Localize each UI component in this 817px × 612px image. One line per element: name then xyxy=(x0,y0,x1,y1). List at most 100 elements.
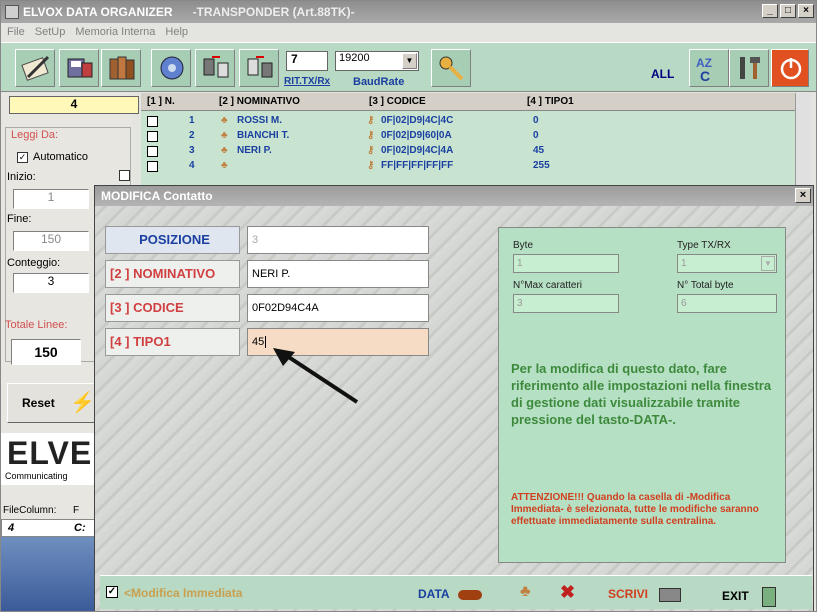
chevron-down-icon: ▼ xyxy=(761,256,775,271)
grid-scrollbar[interactable] xyxy=(795,93,811,188)
sort-az-button[interactable]: AZ C xyxy=(689,49,729,87)
delete-button[interactable]: ✖ xyxy=(560,580,590,607)
device-to-pc-icon xyxy=(203,56,229,78)
row-nominativo: BIANCHI T. xyxy=(237,130,290,141)
row-nominativo: NERI P. xyxy=(237,145,272,156)
all-label[interactable]: ALL xyxy=(651,67,674,81)
inizio-checkbox[interactable] xyxy=(119,170,130,181)
baud-label: BaudRate xyxy=(353,76,405,88)
table-row[interactable]: 4 ♣ ⚷ FF|FF|FF|FF|FF 255 xyxy=(141,160,801,174)
baud-select[interactable]: 19200 ▼ xyxy=(335,51,419,71)
nominativo-label: [2 ] NOMINATIVO xyxy=(105,260,240,288)
row-checkbox[interactable] xyxy=(147,146,158,157)
row-codice: 0F|02|D9|60|0A xyxy=(381,130,452,141)
filecolumn-path: C: xyxy=(74,522,86,534)
type-txrx-select: 1 ▼ xyxy=(677,254,777,273)
table-row[interactable]: 3 ♣ NERI P. ⚷ 0F|02|D9|4C|4A 45 xyxy=(141,145,801,159)
power-icon xyxy=(780,58,802,80)
tipo1-value: 45 xyxy=(252,336,265,348)
close-button[interactable]: × xyxy=(798,4,814,18)
dialog-bottom-bar: ✓ <Modifica Immediata DATA ♣ ✖ SCRIVI EX… xyxy=(100,575,812,609)
row-tipo: 45 xyxy=(533,145,545,156)
row-nominativo: ROSSI M. xyxy=(237,115,283,126)
menu-help[interactable]: Help xyxy=(165,26,188,38)
exit-button[interactable]: EXIT xyxy=(722,580,808,607)
fine-field[interactable]: 150 xyxy=(13,231,89,251)
key-icon: ⚷ xyxy=(367,130,375,141)
codice-field[interactable]: 0F02D94C4A xyxy=(247,294,429,322)
lightning-icon: ⚡ xyxy=(70,392,95,414)
books-icon xyxy=(109,56,135,80)
minimize-button[interactable]: _ xyxy=(762,4,778,18)
info-text: Per la modifica di questo dato, fare rif… xyxy=(511,361,772,427)
tools-settings-button[interactable] xyxy=(729,49,769,87)
reset-label: Reset xyxy=(22,396,55,410)
rit-label[interactable]: RIT.TX/Rx xyxy=(284,76,330,87)
scrivi-label: SCRIVI xyxy=(608,587,649,601)
row-checkbox[interactable] xyxy=(147,116,158,127)
baud-value: 19200 xyxy=(339,52,370,64)
row-number: 2 xyxy=(189,130,195,141)
window-controls: _ □ × xyxy=(762,4,814,18)
main-window: ELVOX DATA ORGANIZER -TRANSPONDER (Art.8… xyxy=(0,0,817,612)
col-header-n[interactable]: [1 ] N. xyxy=(147,96,175,107)
menu-file[interactable]: File xyxy=(7,26,25,38)
table-row[interactable]: 2 ♣ BIANCHI T. ⚷ 0F|02|D9|60|0A 0 xyxy=(141,130,801,144)
leggi-da-label: Leggi Da: xyxy=(11,129,59,141)
pen-paper-icon xyxy=(21,55,50,81)
filecolumn-label: FileColumn: xyxy=(3,505,57,516)
data-button[interactable]: DATA xyxy=(418,580,500,607)
contact-icon: ♣ xyxy=(221,115,228,126)
type-txrx-value: 1 xyxy=(681,258,687,269)
exit-door-icon xyxy=(762,587,777,607)
contact-icon: ♣ xyxy=(221,160,228,171)
menu-setup[interactable]: SetUp xyxy=(35,26,66,38)
table-row[interactable]: 1 ♣ ROSSI M. ⚷ 0F|02|D9|4C|4C 0 xyxy=(141,115,801,129)
title-bar: ELVOX DATA ORGANIZER -TRANSPONDER (Art.8… xyxy=(1,1,816,23)
row-codice: 0F|02|D9|4C|4A xyxy=(381,145,454,156)
menu-memoria-interna[interactable]: Memoria Interna xyxy=(75,26,155,38)
read-device-button[interactable] xyxy=(195,49,235,87)
maximize-button[interactable]: □ xyxy=(780,4,796,18)
ntotal-field: 6 xyxy=(677,294,777,313)
tools-button[interactable] xyxy=(431,49,471,87)
totale-linee-field: 150 xyxy=(11,339,81,365)
dialog-close-button[interactable]: × xyxy=(795,188,811,203)
warning-text: ATTENZIONE!!! Quando la casella di -Modi… xyxy=(511,492,759,527)
scrivi-button[interactable]: SCRIVI xyxy=(608,580,708,607)
col-header-codice[interactable]: [3 ] CODICE xyxy=(369,96,426,107)
automatico-checkbox[interactable]: ✓ xyxy=(17,152,28,163)
contact-icon: ♣ xyxy=(221,145,228,156)
pointer-arrow-icon xyxy=(273,348,359,404)
contact-icon: ♣ xyxy=(221,130,228,141)
write-device-button[interactable] xyxy=(239,49,279,87)
settings-button[interactable] xyxy=(151,49,191,87)
col-header-tipo1[interactable]: [4 ] TIPO1 xyxy=(527,96,574,107)
nmax-field: 3 xyxy=(513,294,619,313)
reset-button[interactable]: Reset ⚡ xyxy=(7,383,97,423)
power-button[interactable] xyxy=(771,49,809,87)
col-header-nominativo[interactable]: [2 ] NOMINATIVO xyxy=(219,96,300,107)
sign-button[interactable] xyxy=(15,49,55,87)
modifica-immediata-checkbox[interactable]: ✓ xyxy=(106,586,118,598)
type-txrx-label: Type TX/RX xyxy=(677,240,731,251)
row-tipo: 255 xyxy=(533,160,550,171)
contact-icon: ♣ xyxy=(520,583,531,600)
inizio-field[interactable]: 1 xyxy=(13,189,89,209)
pc-to-device-icon xyxy=(247,56,273,78)
record-counter: 4 xyxy=(9,96,139,114)
save-button[interactable] xyxy=(59,49,99,87)
chevron-down-icon[interactable]: ▼ xyxy=(402,53,417,69)
automatico-label: Automatico xyxy=(33,151,89,163)
books-button[interactable] xyxy=(101,49,141,87)
nominativo-field[interactable]: NERI P. xyxy=(247,260,429,288)
row-checkbox[interactable] xyxy=(147,161,158,172)
row-number: 3 xyxy=(189,145,195,156)
byte-label: Byte xyxy=(513,240,534,251)
logo-subtitle: Communicating xyxy=(5,471,68,481)
menu-bar: File SetUp Memoria Interna Help xyxy=(1,23,816,41)
contact-button[interactable]: ♣ xyxy=(520,580,550,607)
rit-input[interactable]: 7 xyxy=(286,51,328,71)
conteggio-field: 3 xyxy=(13,273,89,293)
row-checkbox[interactable] xyxy=(147,131,158,142)
